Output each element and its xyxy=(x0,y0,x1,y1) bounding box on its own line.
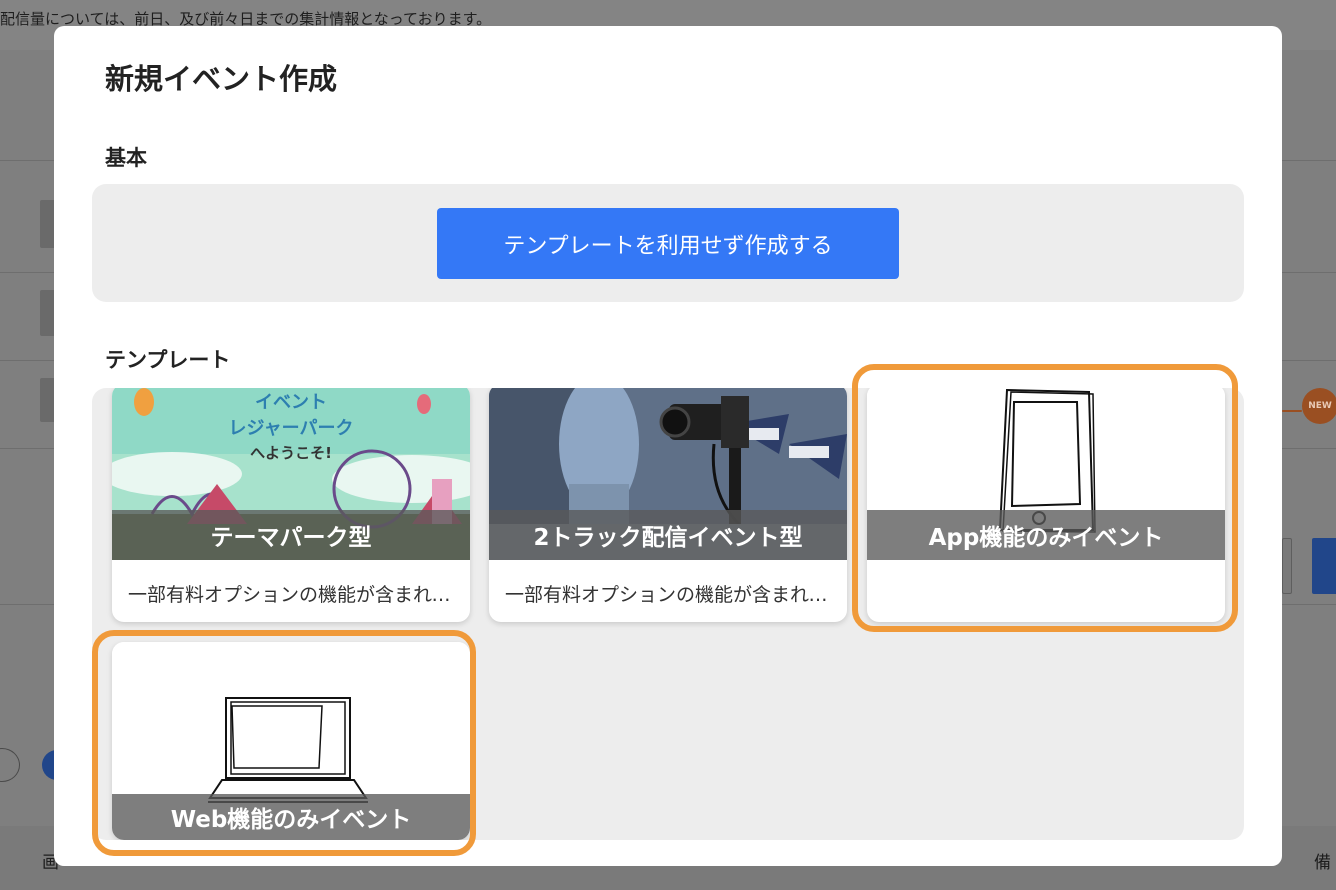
image-text: イベント xyxy=(255,392,327,413)
basic-panel: テンプレートを利用せず作成する xyxy=(92,184,1244,302)
new-event-modal: 新規イベント作成 基本 テンプレートを利用せず作成する テンプレート イベント … xyxy=(54,26,1282,866)
modal-title: 新規イベント作成 xyxy=(105,62,338,96)
bg-button xyxy=(1312,538,1336,594)
new-badge: NEW xyxy=(1302,388,1336,424)
bg-radio xyxy=(0,748,20,782)
template-card-web-only[interactable]: Web機能のみイベント xyxy=(112,642,470,840)
create-without-template-button[interactable]: テンプレートを利用せず作成する xyxy=(437,208,899,279)
template-card-theme-park[interactable]: イベント レジャーパーク へようこそ! テーマパーク型 一部有料オプションの機能… xyxy=(112,388,470,622)
template-card-title: 2トラック配信イベント型 xyxy=(489,510,847,560)
footer-label: 備 xyxy=(1314,853,1331,873)
template-section-title: テンプレート xyxy=(105,348,231,372)
template-card-title: テーマパーク型 xyxy=(112,510,470,560)
image-text: へようこそ! xyxy=(250,444,332,462)
bg-input xyxy=(1282,538,1292,594)
template-card-app-only[interactable]: App機能のみイベント xyxy=(867,388,1225,622)
template-card-title: App機能のみイベント xyxy=(867,510,1225,560)
template-card-description: 一部有料オプションの機能が含まれています xyxy=(128,584,454,606)
template-list: イベント レジャーパーク へようこそ! テーマパーク型 一部有料オプションの機能… xyxy=(92,388,1244,840)
bg-line-accent xyxy=(1282,410,1302,412)
template-card-title: Web機能のみイベント xyxy=(112,794,470,840)
image-text: レジャーパーク xyxy=(229,418,354,439)
basic-section-title: 基本 xyxy=(105,146,147,170)
template-card-description: 一部有料オプションの機能が含まれています xyxy=(505,584,831,606)
template-card-two-track[interactable]: 2トラック配信イベント型 一部有料オプションの機能が含まれています xyxy=(489,388,847,622)
